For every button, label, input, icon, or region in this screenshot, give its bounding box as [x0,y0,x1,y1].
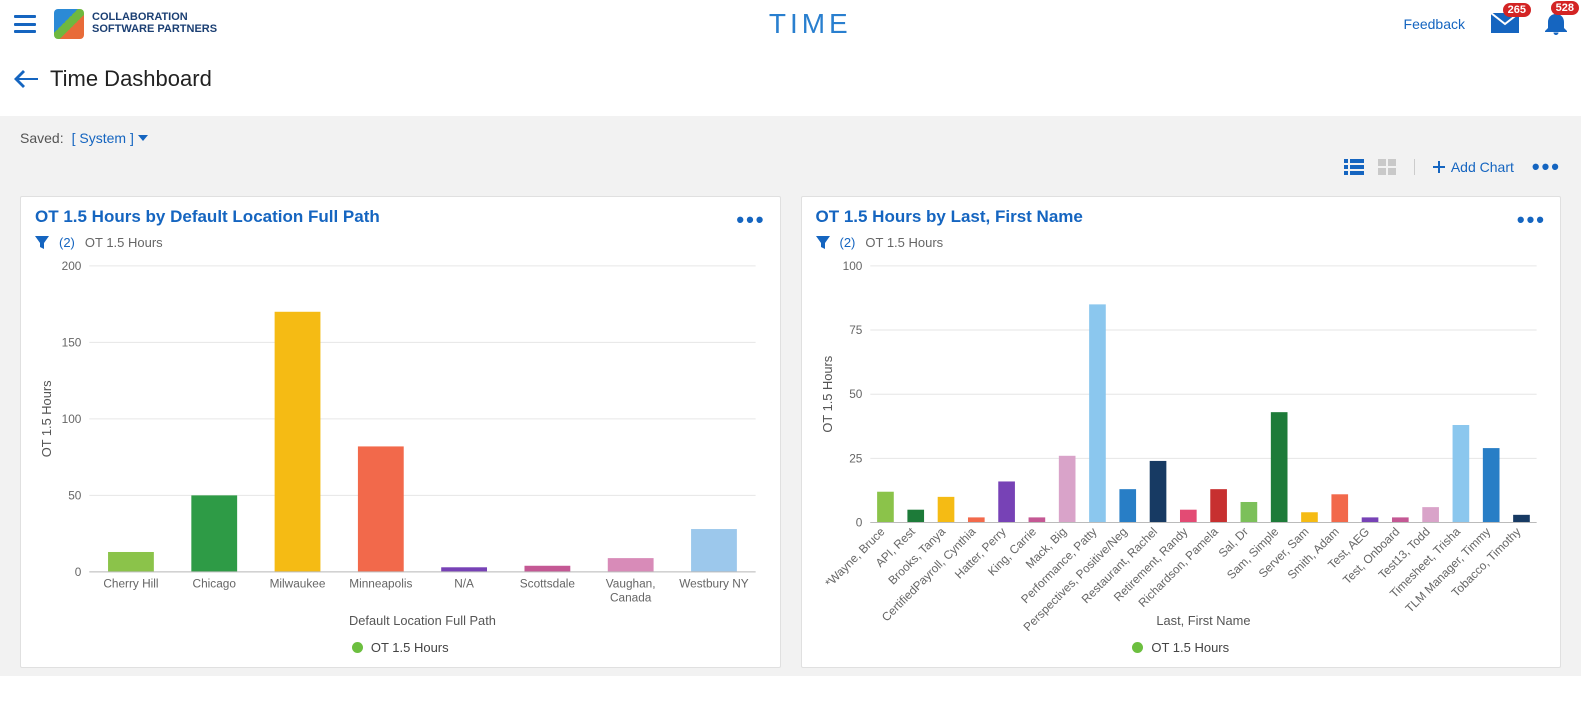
back-arrow-icon[interactable] [14,69,38,89]
mail-button[interactable]: 265 [1491,13,1519,36]
filter-label: OT 1.5 Hours [85,235,163,250]
svg-text:Vaughan,: Vaughan, [606,577,656,591]
legend-label: OT 1.5 Hours [371,640,449,655]
svg-text:Scottsdale: Scottsdale [520,577,576,591]
chart-filter-row-person: (2) OT 1.5 Hours [816,235,1547,250]
view-mode-icons [1344,159,1415,175]
chevron-down-icon [138,135,148,141]
brand-logo-text: COLLABORATION SOFTWARE PARTNERS [92,12,217,35]
filter-icon[interactable] [816,236,830,250]
notifications-badge: 528 [1551,1,1579,15]
legend-dot-icon [352,642,363,653]
grid-view-icon[interactable] [1378,159,1396,175]
view-controls-row: Add Chart ••• [20,154,1561,180]
chart-area-location: 0 50 100 150 200 OT 1.5 Hours Cherry Hill Chica… [35,256,766,634]
svg-text:Cherry Hill: Cherry Hill [103,577,158,591]
add-chart-label: Add Chart [1451,159,1514,175]
chart-area-person: 0255075100OT 1.5 Hours*Wayne, BruceAPI, … [816,256,1547,634]
toolbar: Saved: [ System ] Add Chart ••• OT 1.5 H… [0,116,1581,676]
filter-count[interactable]: (2) [840,235,856,250]
legend-label: OT 1.5 Hours [1151,640,1229,655]
saved-view-dropdown[interactable]: [ System ] [72,130,148,146]
page-title: Time Dashboard [50,66,212,92]
svg-text:150: 150 [62,335,82,349]
header-right: Feedback 265 528 [1404,11,1567,38]
app-title: TIME [217,8,1403,40]
svg-text:Last, First Name: Last, First Name [1156,613,1250,628]
svg-text:0: 0 [75,565,82,579]
brand-logo-line2: SOFTWARE PARTNERS [92,24,217,36]
svg-text:OT 1.5 Hours: OT 1.5 Hours [819,356,834,433]
chart-filter-row-location: (2) OT 1.5 Hours [35,235,766,250]
chart-legend-person: OT 1.5 Hours [816,640,1547,655]
svg-text:50: 50 [68,488,82,502]
dashboard-row: OT 1.5 Hours by Default Location Full Pa… [20,180,1561,668]
svg-text:Milwaukee: Milwaukee [270,577,326,591]
chart-title-person[interactable]: OT 1.5 Hours by Last, First Name [816,207,1547,227]
toolbar-more-icon[interactable]: ••• [1532,154,1561,180]
chart-legend-location: OT 1.5 Hours [35,640,766,655]
page-title-row: Time Dashboard [0,48,1581,116]
filter-label: OT 1.5 Hours [865,235,943,250]
chart-card-person: OT 1.5 Hours by Last, First Name ••• (2)… [801,196,1562,668]
svg-text:Minneapolis: Minneapolis [349,577,412,591]
svg-text:200: 200 [62,259,82,273]
svg-text:OT 1.5 Hours: OT 1.5 Hours [39,380,54,457]
chart-card-more-icon[interactable]: ••• [1517,207,1546,233]
brand-logo[interactable]: COLLABORATION SOFTWARE PARTNERS [54,9,217,39]
svg-text:Westbury NY: Westbury NY [679,577,749,591]
chart-card-location: OT 1.5 Hours by Default Location Full Pa… [20,196,781,668]
svg-text:25: 25 [849,451,863,465]
filter-count[interactable]: (2) [59,235,75,250]
svg-text:100: 100 [842,259,862,273]
saved-view-row: Saved: [ System ] [20,130,1561,146]
filter-icon[interactable] [35,236,49,250]
saved-view-value: [ System ] [72,130,134,146]
notifications-button[interactable]: 528 [1545,11,1567,38]
chart-card-more-icon[interactable]: ••• [736,207,765,233]
feedback-link[interactable]: Feedback [1404,16,1465,32]
svg-text:Default Location Full Path: Default Location Full Path [349,613,496,628]
svg-text:Canada: Canada [610,590,652,604]
svg-text:Chicago: Chicago [193,577,237,591]
add-chart-button[interactable]: Add Chart [1433,159,1514,175]
plus-icon [1433,161,1445,173]
legend-dot-icon [1132,642,1143,653]
svg-text:100: 100 [62,412,82,426]
hamburger-menu-icon[interactable] [14,15,36,33]
bar-chart-location[interactable]: 0 50 100 150 200 OT 1.5 Hours Cherry Hill Chica… [35,256,766,631]
list-view-icon[interactable] [1344,159,1364,175]
app-header: COLLABORATION SOFTWARE PARTNERS TIME Fee… [0,0,1581,48]
mail-badge: 265 [1503,3,1531,17]
svg-text:0: 0 [855,515,862,529]
svg-text:N/A: N/A [454,577,474,591]
svg-text:75: 75 [849,323,863,337]
bar-chart-person[interactable]: 0255075100OT 1.5 Hours*Wayne, BruceAPI, … [816,256,1547,631]
brand-logo-icon [54,9,84,39]
chart-title-location[interactable]: OT 1.5 Hours by Default Location Full Pa… [35,207,766,227]
svg-text:50: 50 [849,387,863,401]
saved-label: Saved: [20,130,64,146]
